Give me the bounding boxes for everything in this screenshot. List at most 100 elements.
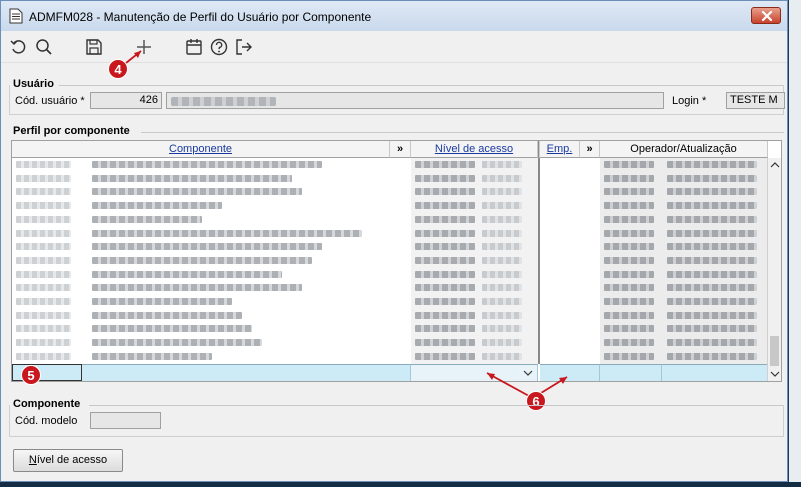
table-row[interactable] xyxy=(12,336,768,350)
blurred-cell xyxy=(667,270,757,278)
table-row[interactable] xyxy=(12,213,768,227)
blurred-cell xyxy=(415,284,475,292)
nivel-acesso-button[interactable]: Nível de acesso xyxy=(13,449,123,472)
scrollbar-thumb[interactable] xyxy=(770,336,779,366)
table-row[interactable] xyxy=(12,322,768,336)
table-row[interactable] xyxy=(12,158,768,172)
col-header-nivel-acesso[interactable]: Nível de acesso xyxy=(411,141,538,158)
blurred-cell xyxy=(667,174,757,182)
col-expand-button-1[interactable]: » xyxy=(390,141,411,158)
calendar-button[interactable] xyxy=(184,37,204,57)
title-bar: ADMFM028 - Manutenção de Perfil do Usuár… xyxy=(1,1,787,31)
login-input[interactable]: TESTE M xyxy=(726,92,785,109)
blurred-cell xyxy=(482,325,522,333)
blurred-cell xyxy=(92,298,232,305)
usuario-name-field xyxy=(166,92,664,109)
window-title: ADMFM028 - Manutenção de Perfil do Usuár… xyxy=(29,10,372,24)
blurred-cell xyxy=(604,298,654,305)
table-row[interactable] xyxy=(12,227,768,241)
cod-modelo-input[interactable] xyxy=(90,412,161,429)
blurred-cell xyxy=(16,256,71,264)
grid-vertical-scrollbar[interactable] xyxy=(767,158,781,381)
blurred-cell xyxy=(92,339,262,347)
blurred-cell xyxy=(604,229,654,237)
save-button[interactable] xyxy=(84,37,104,57)
blurred-cell xyxy=(92,325,252,333)
col-header-emp[interactable]: Emp. xyxy=(540,141,580,158)
table-row[interactable] xyxy=(12,199,768,213)
table-row[interactable] xyxy=(12,254,768,268)
blurred-cell xyxy=(667,256,757,264)
blurred-cell xyxy=(667,352,757,360)
blurred-user-name xyxy=(171,97,276,106)
blurred-cell xyxy=(482,284,522,292)
blurred-cell xyxy=(415,270,475,278)
save-icon xyxy=(86,39,102,55)
blurred-cell xyxy=(604,270,654,278)
table-row[interactable] xyxy=(12,350,768,364)
blurred-cell xyxy=(667,325,757,333)
perfil-grid: Componente » Nível de acesso Emp. » Oper… xyxy=(11,140,782,382)
scroll-up-icon xyxy=(770,162,780,168)
blurred-cell xyxy=(604,339,654,347)
blurred-cell xyxy=(92,161,322,168)
grid-new-row[interactable] xyxy=(12,364,768,381)
search-button[interactable] xyxy=(34,37,54,57)
col-header-operador[interactable]: Operador/Atualização xyxy=(600,141,768,158)
table-row[interactable] xyxy=(12,240,768,254)
table-row[interactable] xyxy=(12,172,768,186)
blurred-cell xyxy=(415,352,475,360)
nivel-acesso-button-label: ível de acesso xyxy=(36,454,108,466)
blurred-cell xyxy=(482,202,522,210)
blurred-cell xyxy=(16,270,71,278)
blurred-cell xyxy=(92,311,242,319)
blurred-cell xyxy=(667,298,757,305)
blurred-cell xyxy=(482,188,522,196)
blurred-cell xyxy=(415,229,475,237)
blurred-cell xyxy=(482,256,522,264)
table-row[interactable] xyxy=(12,281,768,295)
blurred-cell xyxy=(16,311,71,319)
table-row[interactable] xyxy=(12,295,768,309)
cod-usuario-input[interactable]: 426 xyxy=(90,92,162,109)
close-icon xyxy=(761,10,773,22)
table-row[interactable] xyxy=(12,268,768,282)
table-row[interactable] xyxy=(12,309,768,323)
close-button[interactable] xyxy=(751,7,781,24)
col-header-componente[interactable]: Componente xyxy=(12,141,390,158)
undo-button[interactable] xyxy=(9,37,29,57)
blurred-cell xyxy=(604,325,654,333)
blurred-cell xyxy=(415,243,475,251)
blurred-cell xyxy=(16,202,71,210)
blurred-cell xyxy=(604,161,654,168)
blurred-cell xyxy=(667,339,757,347)
table-row[interactable] xyxy=(12,185,768,199)
new-row-operador-cell[interactable] xyxy=(600,364,662,381)
login-label: Login * xyxy=(672,95,707,107)
new-row-componente-cell[interactable] xyxy=(82,364,411,381)
undo-icon xyxy=(10,40,26,54)
new-row-atualizacao-cell[interactable] xyxy=(662,364,768,381)
annotation-marker-5: 5 xyxy=(21,365,41,385)
blurred-cell xyxy=(604,202,654,210)
blurred-cell xyxy=(415,298,475,305)
search-icon xyxy=(36,39,52,55)
blurred-cell xyxy=(604,243,654,251)
col-expand-button-2[interactable]: » xyxy=(580,141,600,158)
blurred-cell xyxy=(667,311,757,319)
blurred-cell xyxy=(482,229,522,237)
blurred-cell xyxy=(604,256,654,264)
blurred-cell xyxy=(92,352,212,360)
blurred-cell xyxy=(667,243,757,251)
blurred-cell xyxy=(415,311,475,319)
blurred-cell xyxy=(16,215,71,223)
blurred-cell xyxy=(92,174,292,182)
nivel-acesso-button-mnemonic: N xyxy=(28,454,37,466)
help-button[interactable] xyxy=(209,37,229,57)
blurred-cell xyxy=(667,161,757,168)
blurred-cell xyxy=(92,270,282,278)
blurred-cell xyxy=(415,161,475,168)
calendar-icon xyxy=(186,39,202,55)
blurred-cell xyxy=(16,325,71,333)
exit-button[interactable] xyxy=(234,37,254,57)
